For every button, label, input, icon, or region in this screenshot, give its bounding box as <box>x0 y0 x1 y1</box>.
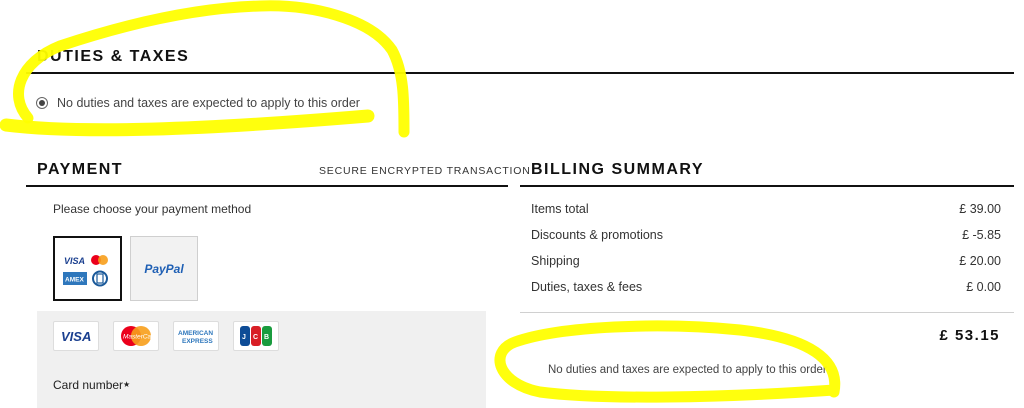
summary-row-shipping: Shipping £ 20.00 <box>531 254 1001 268</box>
payment-divider <box>26 185 508 187</box>
payment-title: PAYMENT <box>37 161 124 178</box>
svg-text:MasterCard: MasterCard <box>123 334 157 341</box>
summary-row-discounts: Discounts & promotions £ -5.85 <box>531 228 1001 242</box>
duties-option[interactable]: No duties and taxes are expected to appl… <box>36 96 360 110</box>
billing-divider <box>520 185 1014 187</box>
jcb-logo-icon: J C B <box>233 321 279 351</box>
svg-text:EXPRESS: EXPRESS <box>182 338 213 345</box>
card-details-panel: VISA MasterCard AMERICAN EXPRESS J C B C… <box>37 311 486 408</box>
svg-text:AMEX: AMEX <box>65 277 84 284</box>
card-payment-button[interactable]: VISA AMEX <box>53 236 122 301</box>
visa-logo-icon: VISA <box>53 321 99 351</box>
card-logos-icon: VISA AMEX <box>63 255 108 287</box>
duties-title: DUTIES & TAXES <box>37 48 190 65</box>
svg-text:VISA: VISA <box>61 329 91 344</box>
summary-value: £ 20.00 <box>959 254 1001 268</box>
summary-value: £ 39.00 <box>959 202 1001 216</box>
order-total: £ 53.15 <box>939 327 1000 344</box>
amex-logo-icon: AMERICAN EXPRESS <box>173 321 219 351</box>
billing-summary-title: BILLING SUMMARY <box>531 161 705 178</box>
summary-value: £ 0.00 <box>966 280 1001 294</box>
summary-label: Discounts & promotions <box>531 228 664 242</box>
summary-label: Items total <box>531 202 589 216</box>
mastercard-logo-icon: MasterCard <box>113 321 159 351</box>
svg-text:B: B <box>264 334 269 341</box>
duties-divider <box>26 72 1014 74</box>
billing-duties-note: No duties and taxes are expected to appl… <box>548 364 827 376</box>
card-number-label: Card number★ <box>53 378 130 392</box>
card-number-text: Card number <box>53 378 124 392</box>
svg-text:J: J <box>242 334 246 341</box>
secure-transaction-label: SECURE ENCRYPTED TRANSACTION <box>319 165 531 177</box>
summary-row-duties: Duties, taxes & fees £ 0.00 <box>531 280 1001 294</box>
required-marker: ★ <box>123 380 131 389</box>
summary-total-divider <box>520 312 1014 313</box>
svg-text:VISA: VISA <box>64 256 85 266</box>
summary-row-items-total: Items total £ 39.00 <box>531 202 1001 216</box>
radio-selected-icon[interactable] <box>36 97 48 109</box>
svg-text:C: C <box>253 334 258 341</box>
duties-option-label: No duties and taxes are expected to appl… <box>57 96 360 110</box>
summary-value: £ -5.85 <box>962 228 1001 242</box>
paypal-logo: PayPal <box>144 261 184 276</box>
svg-text:AMERICAN: AMERICAN <box>178 330 213 337</box>
summary-label: Shipping <box>531 254 580 268</box>
payment-method-prompt: Please choose your payment method <box>53 202 252 216</box>
paypal-payment-button[interactable]: PayPal <box>130 236 198 301</box>
summary-label: Duties, taxes & fees <box>531 280 643 294</box>
